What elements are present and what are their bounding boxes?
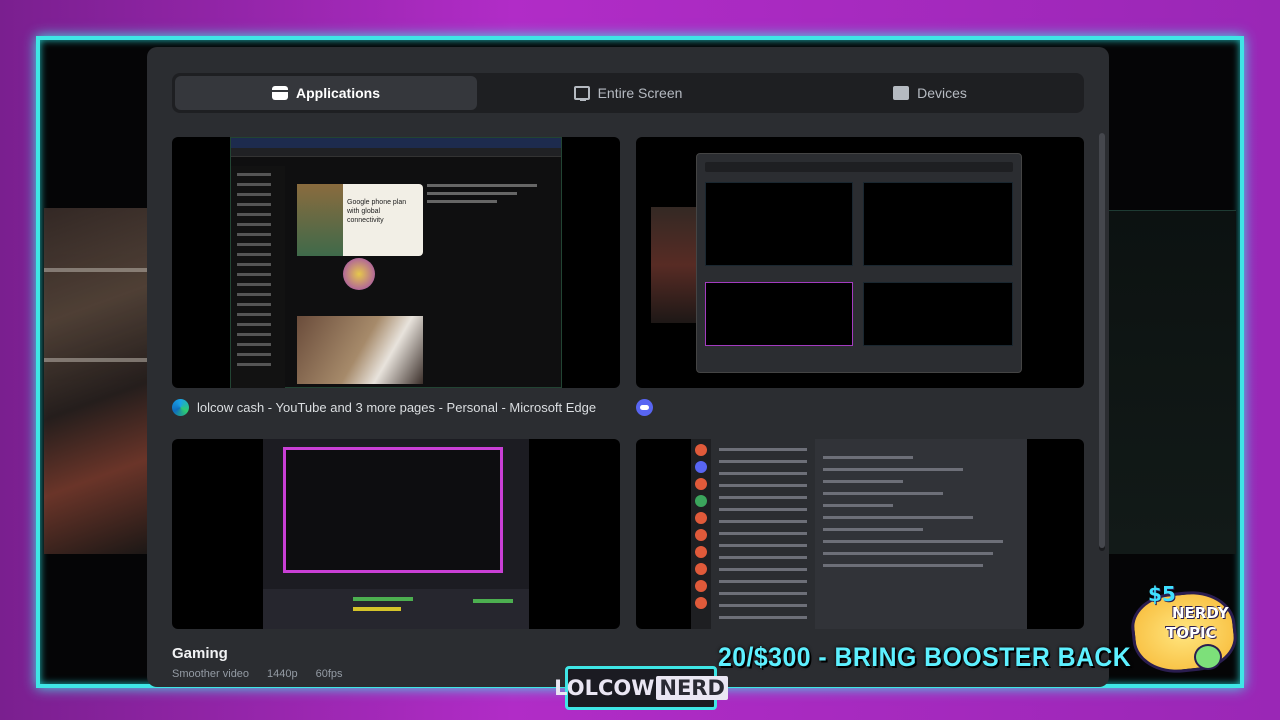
camera-icon [893, 86, 910, 100]
nerdy-topic-badge: $5 NERDY TOPIC [1128, 580, 1240, 684]
tab-entire-screen[interactable]: Entire Screen [477, 76, 779, 110]
ad-preview: Google phone plan with global connectivi… [297, 184, 423, 256]
preset-detail: Smoother video [172, 668, 250, 680]
window-card-obs[interactable] [172, 439, 620, 629]
monitor-icon [573, 86, 590, 101]
preset-resolution: 1440p [267, 668, 298, 680]
tab-devices[interactable]: Devices [779, 76, 1081, 110]
webcam-background-left [44, 208, 152, 554]
window-card-edge[interactable]: Google phone plan with global connectivi… [172, 137, 620, 416]
tab-label: Devices [917, 85, 967, 101]
tab-label: Applications [295, 85, 380, 101]
tab-applications[interactable]: Applications [175, 76, 477, 110]
source-tabs: Applications Entire Screen Devices [172, 73, 1084, 113]
discord-icon [636, 398, 653, 416]
discord-dm-preview [691, 439, 1027, 629]
applications-icon [271, 86, 288, 100]
logo-left: LOLCOW [554, 676, 655, 700]
ad-text: Google phone plan with global connectivi… [347, 199, 407, 224]
video-thumbnail [297, 316, 423, 384]
window-thumbnail [636, 137, 1084, 388]
window-thumbnail [636, 439, 1084, 629]
potion-icon [1194, 644, 1222, 670]
badge-word-2: TOPIC [1166, 624, 1217, 642]
window-card-discord[interactable] [636, 137, 1084, 416]
tab-label: Entire Screen [597, 85, 683, 101]
webcam-background-right [1108, 210, 1236, 554]
obs-preview [263, 439, 529, 629]
window-card-discord-dms[interactable] [636, 439, 1084, 629]
logo-right: NERD [656, 676, 728, 700]
screen-share-picker: Applications Entire Screen Devices Googl… [147, 47, 1109, 687]
goal-banner: 20/$300 - BRING BOOSTER BACK [718, 642, 1132, 672]
scrollbar-thumb[interactable] [1099, 133, 1105, 548]
browser-preview: Google phone plan with global connectivi… [230, 137, 562, 388]
window-title: lolcow cash - YouTube and 3 more pages -… [197, 399, 597, 415]
preset-framerate: 60fps [315, 668, 343, 680]
window-thumbnail: Google phone plan with global connectivi… [172, 137, 620, 388]
badge-word-1: NERDY [1172, 604, 1229, 622]
gaming-preset[interactable]: Gaming Smoother video 1440p 60fps [172, 645, 343, 680]
nested-share-preview [696, 153, 1022, 373]
channel-avatar [343, 258, 375, 290]
badge-price: $5 [1148, 582, 1176, 606]
channel-logo: LOLCOW NERD [554, 666, 728, 710]
edge-icon [172, 398, 189, 416]
preset-title: Gaming [172, 645, 228, 662]
window-thumbnail [172, 439, 620, 629]
